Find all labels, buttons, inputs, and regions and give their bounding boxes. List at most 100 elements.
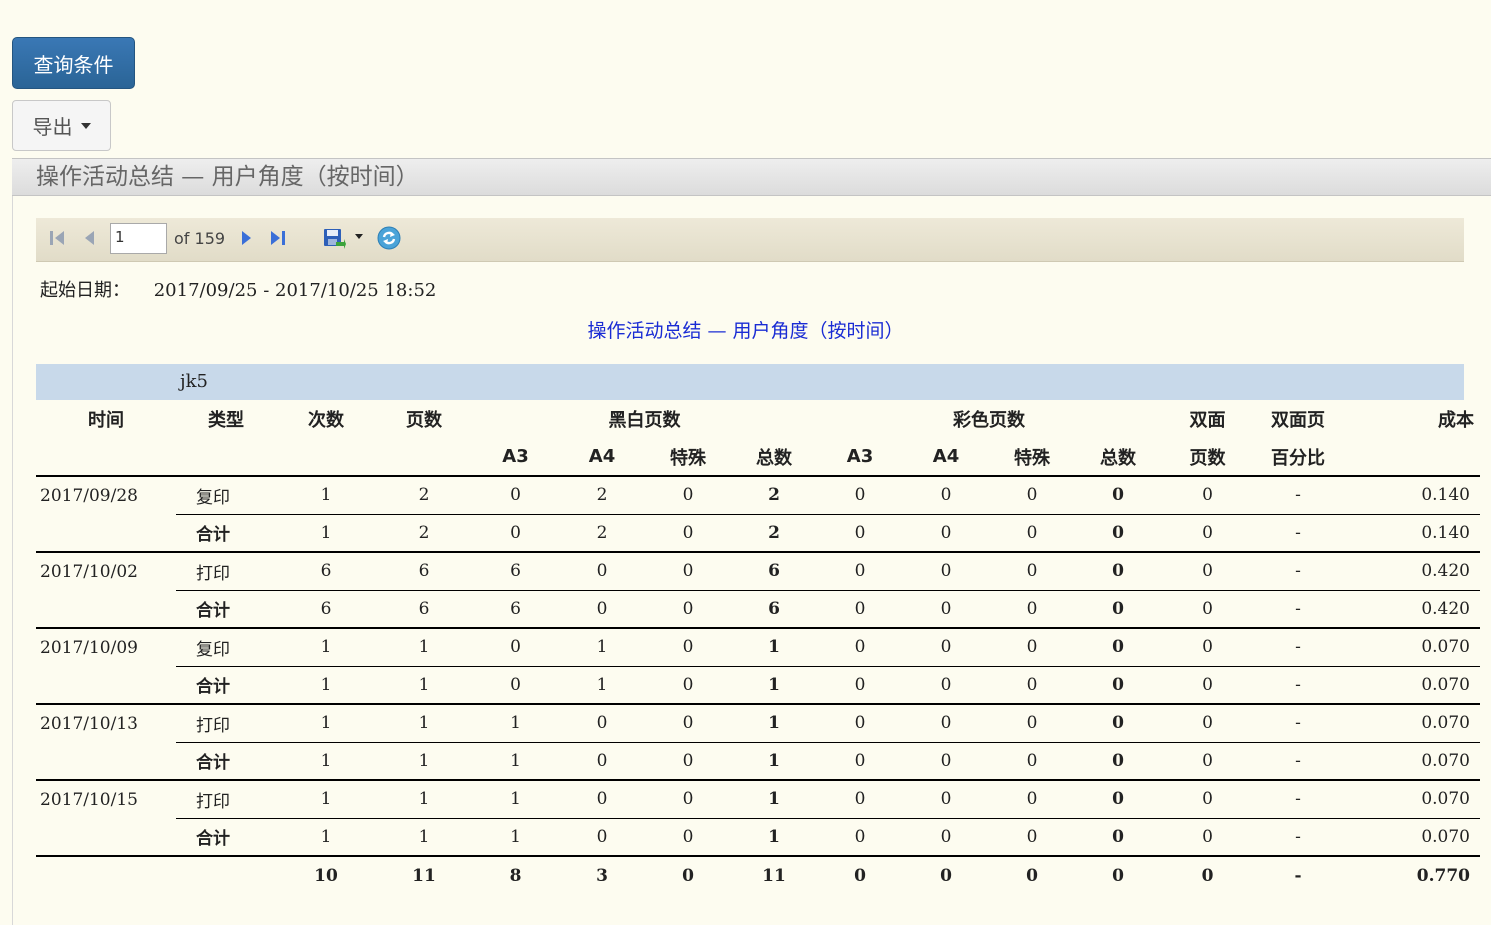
row-date xyxy=(36,666,176,705)
row-value: 0 xyxy=(903,476,989,515)
row-cost: 0.140 xyxy=(1342,514,1480,553)
row-value: 0 xyxy=(989,780,1075,819)
total-cost: 0.770 xyxy=(1342,855,1480,894)
col-bw-special: 特殊 xyxy=(645,438,731,477)
row-value: 0 xyxy=(1075,590,1161,629)
row-cost: 0.070 xyxy=(1342,818,1480,857)
row-value: 1 xyxy=(731,780,817,819)
row-value: 0 xyxy=(645,666,731,705)
row-value: 1 xyxy=(376,780,472,819)
row-value: 1 xyxy=(276,742,376,781)
row-value: 0 xyxy=(903,590,989,629)
row-value: 0 xyxy=(645,818,731,857)
row-value: 0 xyxy=(472,666,559,705)
row-value: 0 xyxy=(1161,552,1254,591)
row-value: 0 xyxy=(1161,628,1254,667)
table-row: 2017/10/13 打印 1 1 1 0 0 1 0 0 0 0 0-0.070 xyxy=(36,704,1480,743)
row-value: 0 xyxy=(903,818,989,857)
date-range: 起始日期： 2017/09/25 - 2017/10/25 18:52 xyxy=(40,276,436,302)
row-value: 0 xyxy=(817,590,903,629)
row-value: 2 xyxy=(731,514,817,553)
table-row: 2017/10/02 打印 6 6 6 0 0 6 0 0 0 0 0-0.420 xyxy=(36,552,1480,591)
row-value: 1 xyxy=(731,742,817,781)
row-cost: 0.420 xyxy=(1342,552,1480,591)
row-value: 0 xyxy=(645,514,731,553)
row-value: - xyxy=(1254,742,1342,781)
row-value: 0 xyxy=(559,780,645,819)
row-value: 0 xyxy=(817,628,903,667)
row-value: 0 xyxy=(1161,590,1254,629)
row-type: 打印 xyxy=(176,552,276,591)
row-value: 0 xyxy=(989,666,1075,705)
row-date xyxy=(36,590,176,629)
row-value: 6 xyxy=(376,552,472,591)
row-value: 0 xyxy=(817,780,903,819)
row-date xyxy=(36,514,176,553)
row-value: 0 xyxy=(817,742,903,781)
save-export-icon[interactable] xyxy=(322,226,346,250)
row-value: - xyxy=(1254,628,1342,667)
row-value: 0 xyxy=(559,590,645,629)
row-value: 1 xyxy=(559,628,645,667)
dropdown-caret-icon[interactable] xyxy=(354,233,364,241)
col-color-a3: A3 xyxy=(817,438,903,477)
totals-row: 10 11 8 3 0 11 0 0 0 0 0-0.770 xyxy=(36,855,1480,894)
row-type: 复印 xyxy=(176,628,276,667)
row-value: 0 xyxy=(817,552,903,591)
table-row: 合计 6 6 6 0 0 6 0 0 0 0 0-0.420 xyxy=(36,590,1480,629)
refresh-icon[interactable] xyxy=(376,225,402,251)
row-value: 0 xyxy=(989,818,1075,857)
first-page-icon[interactable] xyxy=(48,228,68,248)
export-dropdown-button[interactable]: 导出 xyxy=(12,100,111,151)
table-row: 合计 1 1 0 1 0 1 0 0 0 0 0-0.070 xyxy=(36,666,1480,705)
row-value: 1 xyxy=(472,818,559,857)
last-page-icon[interactable] xyxy=(268,228,288,248)
page-number-input[interactable]: 1 xyxy=(110,223,167,254)
query-conditions-button[interactable]: 查询条件 xyxy=(12,37,135,89)
next-page-icon[interactable] xyxy=(238,228,254,248)
row-value: 1 xyxy=(376,628,472,667)
row-value: 0 xyxy=(817,514,903,553)
total-value: - xyxy=(1254,855,1342,894)
col-pages: 页数 xyxy=(406,410,442,431)
table-row: 2017/10/09 复印 1 1 0 1 0 1 0 0 0 0 0-0.070 xyxy=(36,628,1480,667)
row-cost: 0.070 xyxy=(1342,704,1480,743)
user-name: jk5 xyxy=(180,371,208,392)
row-value: 0 xyxy=(1075,780,1161,819)
row-value: 1 xyxy=(472,780,559,819)
row-date xyxy=(36,818,176,857)
total-value: 11 xyxy=(731,855,817,894)
prev-page-icon[interactable] xyxy=(82,228,98,248)
row-value: 0 xyxy=(645,590,731,629)
row-value: 0 xyxy=(645,552,731,591)
col-duplex-pages: 页数 xyxy=(1161,438,1254,477)
row-value: 2 xyxy=(731,476,817,515)
row-type: 合计 xyxy=(176,590,276,629)
report-title: 操作活动总结 — 用户角度（按时间） xyxy=(587,320,904,342)
row-value: 0 xyxy=(1161,476,1254,515)
row-value: 1 xyxy=(276,704,376,743)
table-row: 合计 1 1 1 0 0 1 0 0 0 0 0-0.070 xyxy=(36,742,1480,781)
date-range-value: 2017/09/25 - 2017/10/25 18:52 xyxy=(153,280,437,301)
row-value: - xyxy=(1254,818,1342,857)
total-value: 3 xyxy=(559,855,645,894)
row-value: 0 xyxy=(472,476,559,515)
totals-empty xyxy=(176,855,276,894)
row-value: 0 xyxy=(1075,666,1161,705)
row-value: - xyxy=(1254,590,1342,629)
row-value: 0 xyxy=(817,818,903,857)
row-type: 打印 xyxy=(176,704,276,743)
total-value: 10 xyxy=(276,855,376,894)
col-count: 次数 xyxy=(308,410,344,431)
row-value: 0 xyxy=(1075,552,1161,591)
row-value: 0 xyxy=(1075,818,1161,857)
row-type: 合计 xyxy=(176,742,276,781)
row-type: 合计 xyxy=(176,666,276,705)
row-value: 6 xyxy=(472,552,559,591)
table-header-row: 时间 类型 次数 页数 黑白页数 彩色页数 双面 双面页 成本 xyxy=(36,400,1480,438)
row-value: 0 xyxy=(1075,476,1161,515)
row-value: 2 xyxy=(376,476,472,515)
row-value: 0 xyxy=(1161,514,1254,553)
total-value: 8 xyxy=(472,855,559,894)
row-value: 0 xyxy=(1161,818,1254,857)
